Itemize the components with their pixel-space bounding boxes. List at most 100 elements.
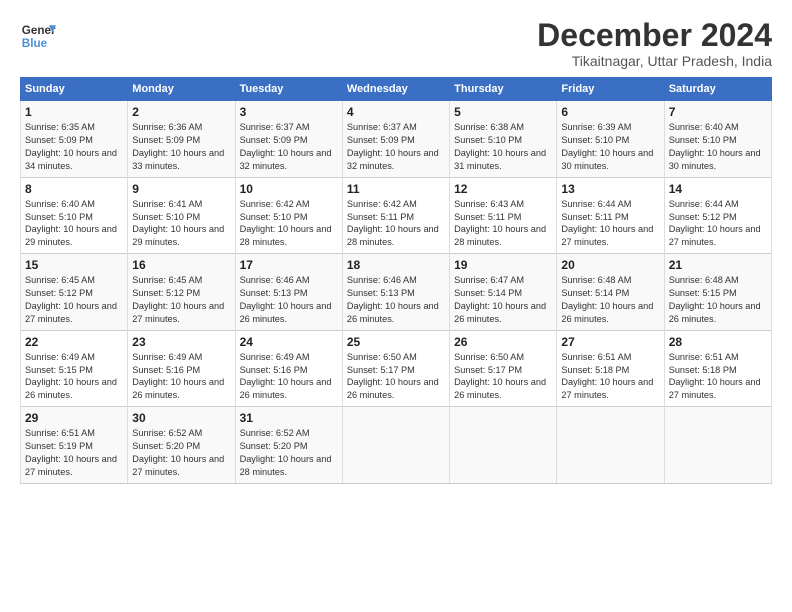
day-number: 31 — [240, 411, 338, 425]
day-info: Sunrise: 6:45 AMSunset: 5:12 PMDaylight:… — [25, 274, 123, 326]
header-day-friday: Friday — [557, 78, 664, 101]
day-number: 6 — [561, 105, 659, 119]
calendar-cell: 13 Sunrise: 6:44 AMSunset: 5:11 PMDayligh… — [557, 177, 664, 254]
day-number: 10 — [240, 182, 338, 196]
header-day-wednesday: Wednesday — [342, 78, 449, 101]
day-info: Sunrise: 6:38 AMSunset: 5:10 PMDaylight:… — [454, 121, 552, 173]
calendar-table: SundayMondayTuesdayWednesdayThursdayFrid… — [20, 77, 772, 484]
calendar-cell: 4Sunrise: 6:37 AMSunset: 5:09 PMDaylight… — [342, 101, 449, 178]
calendar-cell — [450, 407, 557, 484]
calendar-cell: 17 Sunrise: 6:46 AMSunset: 5:13 PMDayligh… — [235, 254, 342, 331]
day-number: 19 — [454, 258, 552, 272]
day-number: 20 — [561, 258, 659, 272]
calendar-cell: 6Sunrise: 6:39 AMSunset: 5:10 PMDaylight… — [557, 101, 664, 178]
calendar-cell — [664, 407, 771, 484]
logo-icon: General Blue — [20, 18, 56, 54]
day-number: 25 — [347, 335, 445, 349]
calendar-week-row: 8 Sunrise: 6:40 AMSunset: 5:10 PMDaylight… — [21, 177, 772, 254]
location-title: Tikaitnagar, Uttar Pradesh, India — [537, 53, 772, 69]
day-number: 22 — [25, 335, 123, 349]
calendar-cell: 26 Sunrise: 6:50 AMSunset: 5:17 PMDayligh… — [450, 330, 557, 407]
header-day-monday: Monday — [128, 78, 235, 101]
calendar-cell: 30 Sunrise: 6:52 AMSunset: 5:20 PMDayligh… — [128, 407, 235, 484]
title-area: December 2024 Tikaitnagar, Uttar Pradesh… — [537, 18, 772, 69]
logo: General Blue — [20, 18, 56, 54]
day-info: Sunrise: 6:48 AMSunset: 5:14 PMDaylight:… — [561, 274, 659, 326]
calendar-cell: 27 Sunrise: 6:51 AMSunset: 5:18 PMDayligh… — [557, 330, 664, 407]
day-info: Sunrise: 6:43 AMSunset: 5:11 PMDaylight:… — [454, 198, 552, 250]
calendar-cell: 21 Sunrise: 6:48 AMSunset: 5:15 PMDayligh… — [664, 254, 771, 331]
day-number: 23 — [132, 335, 230, 349]
day-info: Sunrise: 6:36 AMSunset: 5:09 PMDaylight:… — [132, 121, 230, 173]
day-info: Sunrise: 6:37 AMSunset: 5:09 PMDaylight:… — [347, 121, 445, 173]
day-info: Sunrise: 6:42 AMSunset: 5:10 PMDaylight:… — [240, 198, 338, 250]
day-info: Sunrise: 6:37 AMSunset: 5:09 PMDaylight:… — [240, 121, 338, 173]
calendar-week-row: 15Sunrise: 6:45 AMSunset: 5:12 PMDayligh… — [21, 254, 772, 331]
day-number: 17 — [240, 258, 338, 272]
day-number: 12 — [454, 182, 552, 196]
day-info: Sunrise: 6:46 AMSunset: 5:13 PMDaylight:… — [240, 274, 338, 326]
day-info: Sunrise: 6:50 AMSunset: 5:17 PMDaylight:… — [347, 351, 445, 403]
calendar-cell: 5 Sunrise: 6:38 AMSunset: 5:10 PMDaylight… — [450, 101, 557, 178]
calendar-cell: 18Sunrise: 6:46 AMSunset: 5:13 PMDayligh… — [342, 254, 449, 331]
calendar-cell — [342, 407, 449, 484]
day-info: Sunrise: 6:42 AMSunset: 5:11 PMDaylight:… — [347, 198, 445, 250]
day-number: 1 — [25, 105, 123, 119]
calendar-cell: 25 Sunrise: 6:50 AMSunset: 5:17 PMDayligh… — [342, 330, 449, 407]
day-info: Sunrise: 6:51 AMSunset: 5:19 PMDaylight:… — [25, 427, 123, 479]
calendar-cell: 16 Sunrise: 6:45 AMSunset: 5:12 PMDayligh… — [128, 254, 235, 331]
day-number: 27 — [561, 335, 659, 349]
calendar-cell: 1 Sunrise: 6:35 AMSunset: 5:09 PMDaylight… — [21, 101, 128, 178]
day-info: Sunrise: 6:40 AMSunset: 5:10 PMDaylight:… — [25, 198, 123, 250]
day-info: Sunrise: 6:50 AMSunset: 5:17 PMDaylight:… — [454, 351, 552, 403]
calendar-cell: 15Sunrise: 6:45 AMSunset: 5:12 PMDayligh… — [21, 254, 128, 331]
day-number: 30 — [132, 411, 230, 425]
day-number: 29 — [25, 411, 123, 425]
calendar-cell: 9Sunrise: 6:41 AMSunset: 5:10 PMDaylight… — [128, 177, 235, 254]
calendar-week-row: 1 Sunrise: 6:35 AMSunset: 5:09 PMDaylight… — [21, 101, 772, 178]
calendar-cell: 3Sunrise: 6:37 AMSunset: 5:09 PMDaylight… — [235, 101, 342, 178]
day-number: 28 — [669, 335, 767, 349]
calendar-cell: 12 Sunrise: 6:43 AMSunset: 5:11 PMDayligh… — [450, 177, 557, 254]
day-info: Sunrise: 6:44 AMSunset: 5:12 PMDaylight:… — [669, 198, 767, 250]
calendar-cell — [557, 407, 664, 484]
svg-text:Blue: Blue — [22, 37, 48, 50]
day-number: 13 — [561, 182, 659, 196]
calendar-cell: 11 Sunrise: 6:42 AMSunset: 5:11 PMDayligh… — [342, 177, 449, 254]
header-day-tuesday: Tuesday — [235, 78, 342, 101]
calendar-cell: 8 Sunrise: 6:40 AMSunset: 5:10 PMDaylight… — [21, 177, 128, 254]
day-number: 11 — [347, 182, 445, 196]
day-number: 21 — [669, 258, 767, 272]
header-day-saturday: Saturday — [664, 78, 771, 101]
header: General Blue December 2024 Tikaitnagar, … — [20, 18, 772, 69]
day-info: Sunrise: 6:35 AMSunset: 5:09 PMDaylight:… — [25, 121, 123, 173]
day-info: Sunrise: 6:48 AMSunset: 5:15 PMDaylight:… — [669, 274, 767, 326]
calendar-header-row: SundayMondayTuesdayWednesdayThursdayFrid… — [21, 78, 772, 101]
day-number: 8 — [25, 182, 123, 196]
day-number: 7 — [669, 105, 767, 119]
day-info: Sunrise: 6:51 AMSunset: 5:18 PMDaylight:… — [561, 351, 659, 403]
calendar-week-row: 29 Sunrise: 6:51 AMSunset: 5:19 PMDayligh… — [21, 407, 772, 484]
day-info: Sunrise: 6:52 AMSunset: 5:20 PMDaylight:… — [132, 427, 230, 479]
calendar-cell: 19 Sunrise: 6:47 AMSunset: 5:14 PMDayligh… — [450, 254, 557, 331]
calendar-cell: 28 Sunrise: 6:51 AMSunset: 5:18 PMDayligh… — [664, 330, 771, 407]
day-info: Sunrise: 6:44 AMSunset: 5:11 PMDaylight:… — [561, 198, 659, 250]
header-day-thursday: Thursday — [450, 78, 557, 101]
day-info: Sunrise: 6:47 AMSunset: 5:14 PMDaylight:… — [454, 274, 552, 326]
calendar-cell: 20 Sunrise: 6:48 AMSunset: 5:14 PMDayligh… — [557, 254, 664, 331]
calendar-cell: 22Sunrise: 6:49 AMSunset: 5:15 PMDayligh… — [21, 330, 128, 407]
day-info: Sunrise: 6:51 AMSunset: 5:18 PMDaylight:… — [669, 351, 767, 403]
day-number: 5 — [454, 105, 552, 119]
day-number: 16 — [132, 258, 230, 272]
month-title: December 2024 — [537, 18, 772, 53]
day-number: 26 — [454, 335, 552, 349]
calendar-week-row: 22Sunrise: 6:49 AMSunset: 5:15 PMDayligh… — [21, 330, 772, 407]
calendar-cell: 29 Sunrise: 6:51 AMSunset: 5:19 PMDayligh… — [21, 407, 128, 484]
day-info: Sunrise: 6:45 AMSunset: 5:12 PMDaylight:… — [132, 274, 230, 326]
day-info: Sunrise: 6:41 AMSunset: 5:10 PMDaylight:… — [132, 198, 230, 250]
calendar-cell: 10 Sunrise: 6:42 AMSunset: 5:10 PMDayligh… — [235, 177, 342, 254]
calendar-cell: 23Sunrise: 6:49 AMSunset: 5:16 PMDayligh… — [128, 330, 235, 407]
day-info: Sunrise: 6:46 AMSunset: 5:13 PMDaylight:… — [347, 274, 445, 326]
calendar-cell: 31Sunrise: 6:52 AMSunset: 5:20 PMDayligh… — [235, 407, 342, 484]
day-number: 2 — [132, 105, 230, 119]
